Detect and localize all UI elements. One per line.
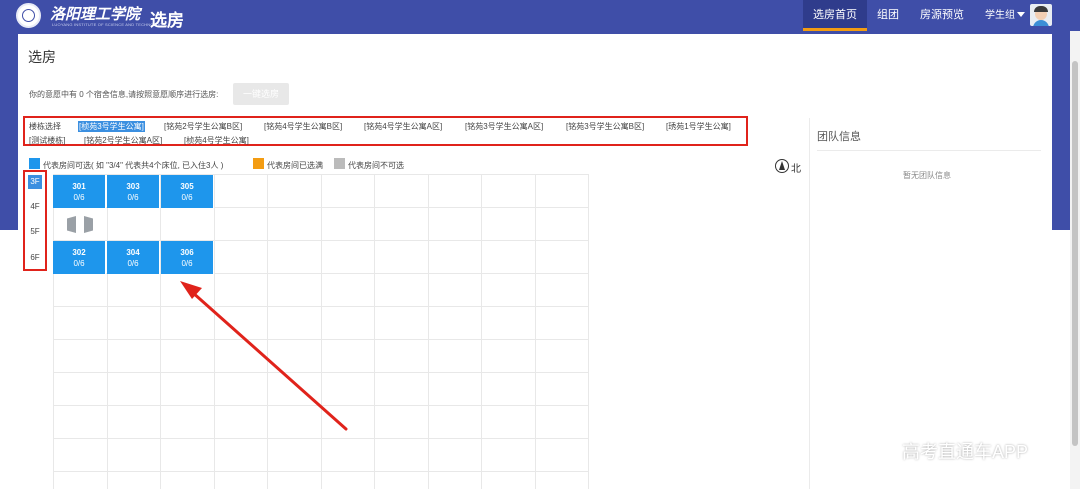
annotation-arrow [180, 281, 348, 431]
watermark: 高考直通车APP [902, 442, 1029, 462]
